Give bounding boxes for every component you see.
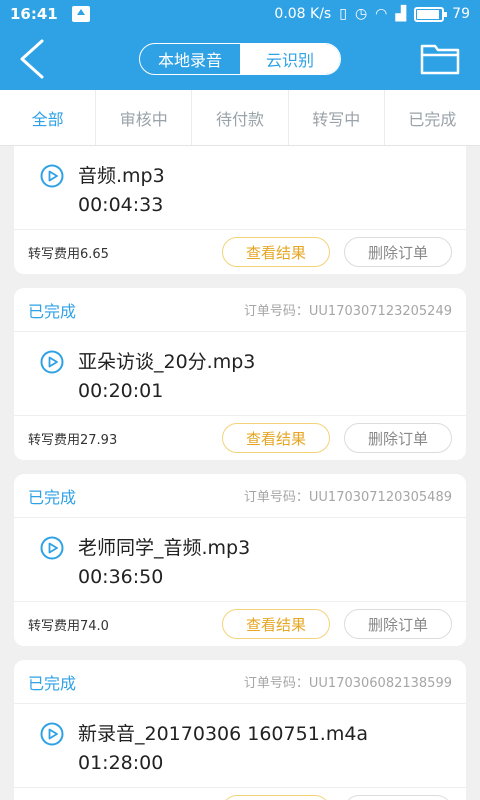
view-result-button[interactable]: 查看结果 xyxy=(222,237,330,267)
order-card-footer: 转写费用74.0 查看结果 删除订单 xyxy=(14,602,466,646)
order-status: 已完成 xyxy=(28,487,77,507)
order-card-footer: 转写费用27.93 查看结果 删除订单 xyxy=(14,416,466,460)
battery-level: 79 xyxy=(452,6,470,22)
audio-filename: 新录音_20170306 160751.m4a xyxy=(78,723,369,745)
order-card: 音频.mp3 00:04:33 转写费用6.65 查看结果 删除订单 xyxy=(14,146,466,274)
order-card: 已完成 订单号码：UU170307120305489 老师同学_音频.mp3 0… xyxy=(14,474,466,646)
back-button[interactable] xyxy=(16,38,50,80)
view-result-button[interactable]: 查看结果 xyxy=(222,795,330,800)
order-card-header: 已完成 订单号码：UU170307120305489 xyxy=(14,474,466,518)
order-card-footer: 转写费用6.65 查看结果 删除订单 xyxy=(14,230,466,274)
transcription-fee: 转写费用74.0 xyxy=(28,618,109,634)
delete-order-button[interactable]: 删除订单 xyxy=(344,609,452,639)
transcription-fee: 转写费用6.65 xyxy=(28,246,109,262)
audio-item[interactable]: 亚朵访谈_20分.mp3 00:20:01 xyxy=(14,332,466,416)
order-card: 已完成 订单号码：UU170306082138599 新录音_20170306 … xyxy=(14,660,466,800)
delete-order-button[interactable]: 删除订单 xyxy=(344,795,452,800)
order-number: 订单号码：UU170306082138599 xyxy=(243,676,452,691)
vibrate-icon: ▯ xyxy=(339,6,347,22)
play-icon[interactable] xyxy=(40,350,64,374)
segment-cloud-recognition[interactable]: 云识别 xyxy=(240,44,340,74)
audio-duration: 00:20:01 xyxy=(78,380,164,402)
order-status: 已完成 xyxy=(28,301,77,321)
order-number: 订单号码：UU170307123205249 xyxy=(243,304,452,319)
back-arrow-icon xyxy=(20,39,44,79)
battery-icon xyxy=(414,6,448,22)
audio-duration: 00:04:33 xyxy=(78,194,164,216)
order-list[interactable]: 音频.mp3 00:04:33 转写费用6.65 查看结果 删除订单 已完成 订… xyxy=(0,146,480,800)
signal-icon: ▟ xyxy=(395,6,407,22)
audio-duration: 00:36:50 xyxy=(78,566,164,588)
network-speed: 0.08 K/s xyxy=(274,6,332,22)
audio-filename: 亚朵访谈_20分.mp3 xyxy=(78,351,256,373)
tab-reviewing[interactable]: 审核中 xyxy=(96,90,193,145)
upload-notification-icon xyxy=(71,6,90,22)
status-icons: 0.08 K/s ▯ ◷ ◠ ▟ 79 xyxy=(274,6,470,22)
play-icon[interactable] xyxy=(40,722,64,746)
play-icon[interactable] xyxy=(40,164,64,188)
segment-local-recording[interactable]: 本地录音 xyxy=(140,44,240,74)
tab-pending-payment[interactable]: 待付款 xyxy=(192,90,289,145)
filter-tabs: 全部 审核中 待付款 转写中 已完成 xyxy=(0,90,480,146)
audio-item[interactable]: 老师同学_音频.mp3 00:36:50 xyxy=(14,518,466,602)
clock: 16:41 xyxy=(10,5,58,23)
app-header: 本地录音 云识别 xyxy=(0,28,480,90)
audio-item[interactable]: 新录音_20170306 160751.m4a 01:28:00 xyxy=(14,704,466,788)
order-number: 订单号码：UU170307120305489 xyxy=(243,490,452,505)
source-switch: 本地录音 云识别 xyxy=(139,43,341,75)
order-card-header: 已完成 订单号码：UU170306082138599 xyxy=(14,660,466,704)
folder-icon xyxy=(420,44,460,75)
audio-duration: 01:28:00 xyxy=(78,752,164,774)
status-bar: 16:41 0.08 K/s ▯ ◷ ◠ ▟ 79 xyxy=(0,0,480,28)
delete-order-button[interactable]: 删除订单 xyxy=(344,423,452,453)
audio-item[interactable]: 音频.mp3 00:04:33 xyxy=(14,146,466,230)
folder-button[interactable] xyxy=(420,42,460,76)
tab-all[interactable]: 全部 xyxy=(0,90,97,145)
order-status: 已完成 xyxy=(28,673,77,693)
tab-transcribing[interactable]: 转写中 xyxy=(289,90,385,145)
order-card: 已完成 订单号码：UU170307123205249 亚朵访谈_20分.mp3 … xyxy=(14,288,466,460)
view-result-button[interactable]: 查看结果 xyxy=(222,609,330,639)
alarm-icon: ◷ xyxy=(354,6,368,22)
transcription-fee: 转写费用27.93 xyxy=(28,432,118,448)
delete-order-button[interactable]: 删除订单 xyxy=(344,237,452,267)
order-card-header: 已完成 订单号码：UU170307123205249 xyxy=(14,288,466,332)
play-icon[interactable] xyxy=(40,536,64,560)
order-card-footer: 查看结果 删除订单 xyxy=(14,788,466,800)
audio-filename: 老师同学_音频.mp3 xyxy=(78,537,251,559)
view-result-button[interactable]: 查看结果 xyxy=(222,423,330,453)
wifi-icon: ◠ xyxy=(375,6,388,22)
audio-filename: 音频.mp3 xyxy=(78,165,165,187)
tab-completed[interactable]: 已完成 xyxy=(385,90,480,145)
